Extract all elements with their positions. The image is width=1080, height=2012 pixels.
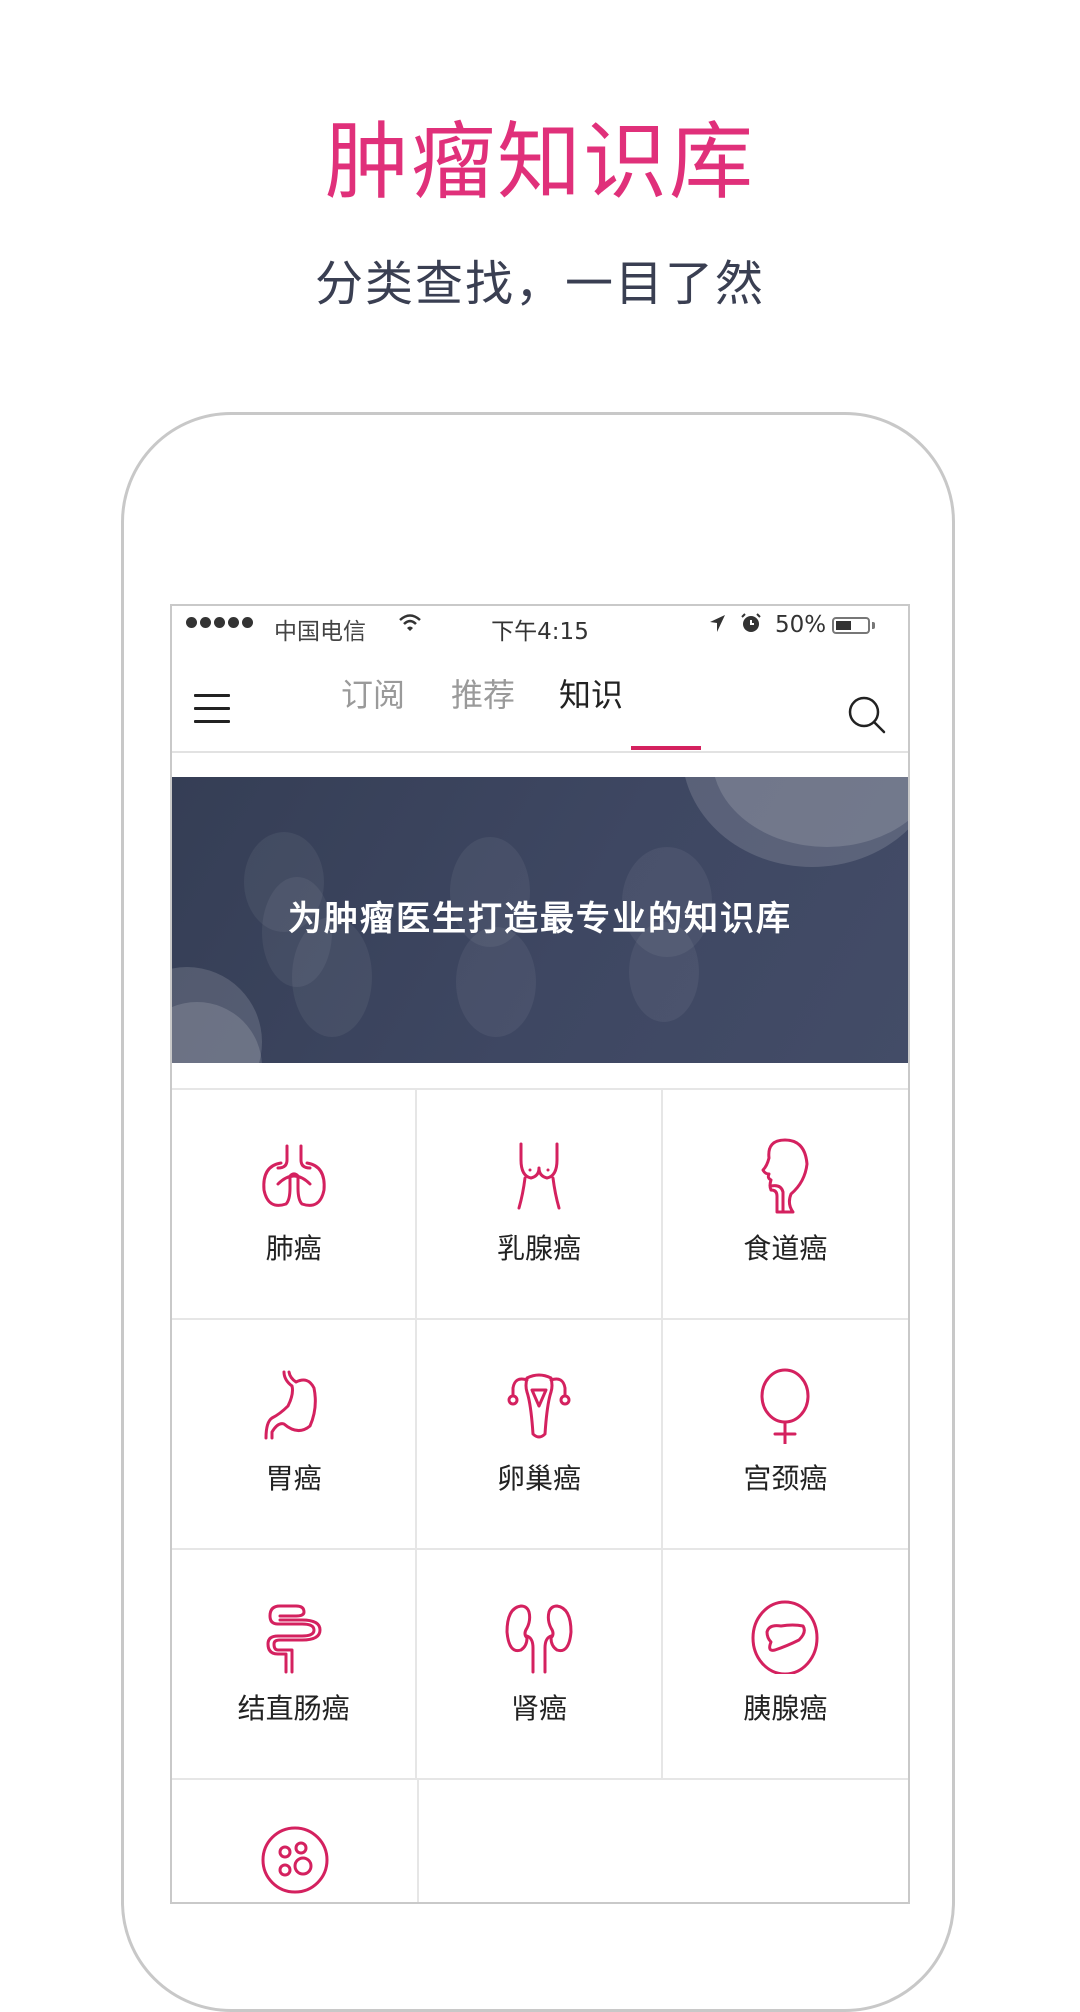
active-tab-indicator (631, 746, 701, 750)
category-label: 胰腺癌 (743, 1692, 828, 1725)
category-lung-cancer[interactable]: 肺癌 (172, 1090, 418, 1318)
uterus-ovary-icon (507, 1373, 571, 1439)
intestine-icon (266, 1604, 322, 1674)
battery-tip (872, 622, 875, 629)
category-label: 胃癌 (265, 1462, 322, 1495)
cell-icon (261, 1826, 328, 1894)
category-cell-item[interactable] (172, 1780, 419, 1902)
female-symbol-icon (760, 1368, 810, 1444)
stomach-icon (264, 1370, 317, 1440)
promo-subtitle: 分类查找，一目了然 (314, 256, 765, 312)
hero-banner[interactable]: 为肿瘤医生打造最专业的知识库 (172, 777, 908, 1063)
category-label: 乳腺癌 (497, 1232, 582, 1265)
head-throat-icon (761, 1138, 809, 1214)
category-label: 宫颈癌 (743, 1462, 828, 1495)
kidneys-icon (505, 1604, 573, 1674)
location-arrow-icon (707, 612, 727, 640)
tab-knowledge[interactable]: 知识 (546, 670, 636, 720)
category-esophageal-cancer[interactable]: 食道癌 (663, 1090, 908, 1318)
category-stomach-cancer[interactable]: 胃癌 (172, 1320, 418, 1548)
battery-percent: 50% (775, 612, 827, 638)
category-colorectal-cancer[interactable]: 结直肠癌 (172, 1550, 418, 1778)
tab-recommend[interactable]: 推荐 (438, 670, 528, 720)
category-pancreatic-cancer[interactable]: 胰腺癌 (663, 1550, 908, 1778)
pancreas-icon (751, 1600, 819, 1674)
category-breast-cancer[interactable]: 乳腺癌 (417, 1090, 663, 1318)
category-cervical-cancer[interactable]: 宫颈癌 (663, 1320, 908, 1548)
banner-text: 为肿瘤医生打造最专业的知识库 (288, 899, 792, 939)
category-label: 肾癌 (511, 1692, 568, 1725)
lungs-icon (262, 1144, 326, 1207)
top-nav-bar: 订阅 推荐 知识 (172, 650, 908, 753)
battery-icon (832, 617, 870, 634)
category-label: 结直肠癌 (237, 1692, 350, 1725)
category-label: 肺癌 (265, 1232, 322, 1265)
category-label: 卵巢癌 (497, 1462, 582, 1495)
empty-grid-cell (419, 1780, 908, 1902)
hamburger-menu-icon[interactable] (194, 694, 230, 723)
status-bar: 中国电信 下午4:15 50% (172, 606, 908, 650)
tab-subscribe[interactable]: 订阅 (328, 670, 418, 720)
category-label: 食道癌 (743, 1232, 828, 1265)
category-ovarian-cancer[interactable]: 卵巢癌 (417, 1320, 663, 1548)
category-kidney-cancer[interactable]: 肾癌 (417, 1550, 663, 1778)
breast-icon (517, 1142, 561, 1210)
alarm-clock-icon (739, 611, 763, 641)
category-grid: 肺癌 乳腺癌 食道癌 胃癌 卵巢癌 宫颈癌 结直肠癌 肾癌 胰腺癌 (172, 1088, 908, 1902)
promo-title: 肿瘤知识库 (324, 113, 755, 211)
phone-screen: 中国电信 下午4:15 50% 订阅 推荐 知识 为肿瘤医生打造最专业的知识库 … (170, 604, 910, 1904)
search-icon[interactable] (846, 694, 888, 736)
